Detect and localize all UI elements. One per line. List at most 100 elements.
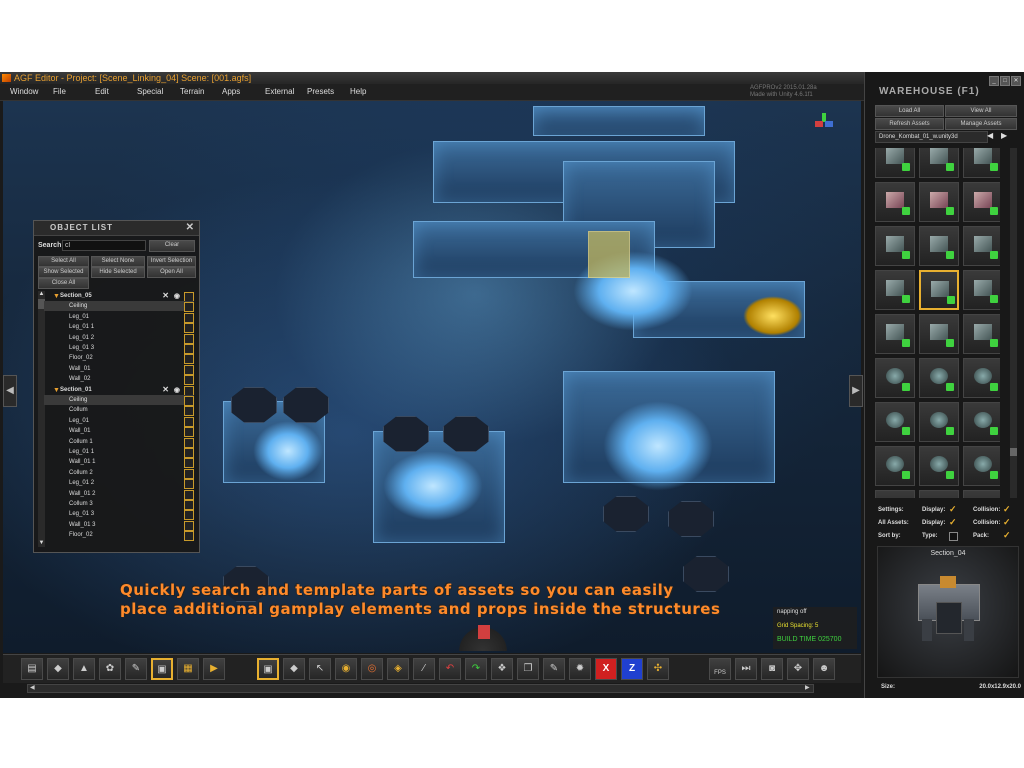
eye-icon[interactable]: ◉ [335,658,357,680]
wand-icon[interactable]: ⁄ [413,658,435,680]
asset-thumbnail[interactable] [963,490,1000,498]
hide-selected-button[interactable]: Hide Selected [91,267,145,278]
close-all-button[interactable]: Close All [38,278,89,289]
horizontal-scrollbar[interactable]: ◀ ▶ [27,684,814,693]
tree-item-row[interactable]: Leg_01 2 [44,478,194,490]
asset-thumbnail[interactable] [875,314,915,354]
tree-item-row[interactable]: Ceiling [44,395,194,406]
lock-icon[interactable] [946,427,954,435]
brush-icon[interactable]: ✎ [125,658,147,680]
asset-thumbnail[interactable] [875,358,915,398]
grid-icon[interactable]: ▦ [177,658,199,680]
asset-thumbnail[interactable] [919,446,959,486]
skip-icon[interactable]: ⏭ [735,658,757,680]
menu-file[interactable]: File [53,87,66,96]
asset-thumbnail[interactable] [963,226,1000,266]
scroll-left-icon[interactable]: ◀ [30,685,36,692]
menu-presets[interactable]: Presets [307,87,334,96]
lock-icon[interactable] [902,427,910,435]
asset-file-selector[interactable]: Drone_Kombat_01_w.unity3d [875,131,988,143]
lock-icon[interactable] [946,471,954,479]
copy-icon[interactable]: ❐ [517,658,539,680]
tree-item-row[interactable]: Leg_01 1 [44,447,194,458]
invert-selection-button[interactable]: Invert Selection [147,256,196,267]
tree-item-row[interactable]: Floor_02 [44,353,194,365]
mascot-icon[interactable]: ☻ [813,658,835,680]
scroll-right-icon[interactable]: ▶ [805,685,811,692]
lock-icon[interactable] [902,207,910,215]
display-checkbox[interactable]: ✓ [949,504,957,515]
tree-item-row[interactable]: Leg_01 2 [44,333,194,344]
asset-thumbnail[interactable] [875,270,915,310]
tree-item-row[interactable]: Ceiling [44,301,194,313]
prev-file-icon[interactable]: ◀ [987,131,993,140]
select-all-button[interactable]: Select All [38,256,89,267]
lock-icon[interactable] [902,251,910,259]
play-icon[interactable]: ▶ [203,658,225,680]
lock-icon[interactable] [946,339,954,347]
asset-thumbnail[interactable] [963,314,1000,354]
asset-thumbnail[interactable] [963,358,1000,398]
redo-icon[interactable]: ↷ [465,658,487,680]
lock-icon[interactable] [990,427,998,435]
show-selected-button[interactable]: Show Selected [38,267,89,278]
tree-item-row[interactable]: Wall_01 1 [44,457,194,469]
tree-item-row[interactable]: Leg_01 [44,416,194,427]
paint-icon[interactable]: ✎ [543,658,565,680]
tree-item-row[interactable]: Leg_01 [44,312,194,323]
refresh-assets-button[interactable]: Refresh Assets [875,118,944,130]
asset-thumbnail[interactable] [875,402,915,442]
gizmo-dial[interactable] [458,621,508,651]
asset-thumbnail[interactable] [875,226,915,266]
lock-icon[interactable] [902,471,910,479]
next-file-icon[interactable]: ▶ [1001,131,1007,140]
clear-button[interactable]: Clear [149,240,195,252]
tree-section-row[interactable]: ▼ ◉ ✕ Section_01 [44,385,194,396]
stack-icon[interactable]: ❖ [491,658,513,680]
menu-apps[interactable]: Apps [222,87,240,96]
load-all-button[interactable]: Load All [875,105,944,117]
x-axis-button[interactable]: X [595,658,617,680]
box-icon[interactable]: ◆ [283,658,305,680]
menu-special[interactable]: Special [137,87,163,96]
lock-icon[interactable] [990,163,998,171]
undo-icon[interactable]: ↶ [439,658,461,680]
tree-item-row[interactable]: Leg_01 3 [44,509,194,521]
all-display-checkbox[interactable]: ✓ [949,517,957,528]
minimize-icon[interactable]: _ [989,76,999,86]
tree-item-row[interactable]: Collum 2 [44,468,194,479]
maximize-icon[interactable]: □ [1000,76,1010,86]
view-all-button[interactable]: View All [945,105,1017,117]
right-panel-toggle[interactable]: ▶ [849,375,863,407]
asset-thumbnail[interactable] [963,148,1000,178]
lock-icon[interactable] [902,163,910,171]
asset-thumbnail[interactable] [875,182,915,222]
tree-item-row[interactable]: Wall_01 3 [44,520,194,531]
asset-thumbnail[interactable] [919,182,959,222]
asset-thumbnail[interactable] [919,270,959,310]
asset-thumbnail[interactable] [875,446,915,486]
asset-grid-scroll-thumb[interactable] [1010,448,1017,456]
menu-help[interactable]: Help [350,87,366,96]
move-icon[interactable]: ✥ [787,658,809,680]
asset-thumbnail[interactable] [919,314,959,354]
object-icon[interactable]: ◆ [47,658,69,680]
tree-item-row[interactable]: Collum 3 [44,499,194,510]
lock-icon[interactable] [990,383,998,391]
pack-checkbox[interactable]: ✓ [1003,530,1011,541]
asset-thumbnail[interactable] [919,226,959,266]
manage-assets-button[interactable]: Manage Assets [945,118,1017,130]
lock-icon[interactable] [990,295,998,303]
axis-gizmo-icon[interactable] [815,113,833,131]
lock-icon[interactable] [990,207,998,215]
fps-button[interactable]: FPS [709,658,731,680]
menu-external[interactable]: External [265,87,294,96]
camera-icon[interactable]: ◙ [761,658,783,680]
lock-icon[interactable] [990,471,998,479]
tree-section-row[interactable]: ▼ ◉ ✕ Section_05 [44,291,194,302]
cube-gold-icon[interactable]: ◈ [387,658,409,680]
menu-window[interactable]: Window [10,87,38,96]
tree-item-row[interactable]: Collum 1 [44,437,194,448]
asset-thumbnail[interactable] [875,148,915,178]
flower-icon[interactable]: ✿ [99,658,121,680]
